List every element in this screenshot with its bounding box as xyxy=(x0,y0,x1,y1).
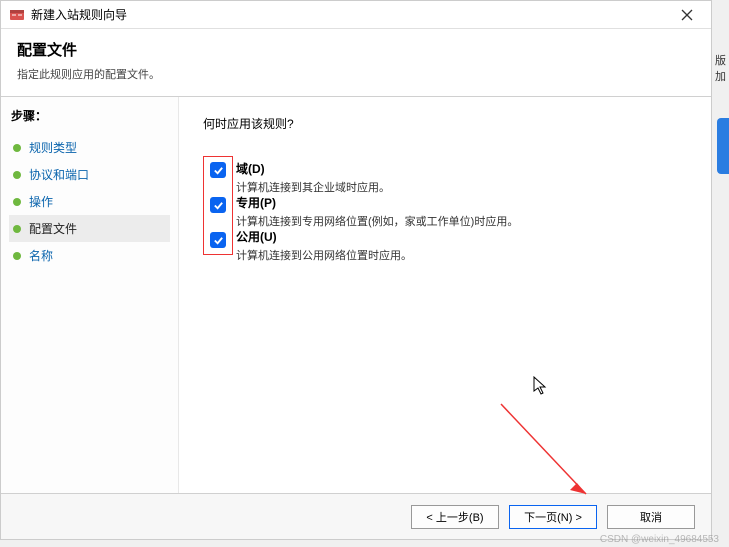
step-label: 名称 xyxy=(29,247,53,264)
content-question: 何时应用该规则? xyxy=(203,115,687,132)
option-public-label: 公用(U) xyxy=(236,228,412,245)
checkbox-public[interactable] xyxy=(210,232,226,248)
highlight-box: 域(D) 计算机连接到其企业域时应用。 专用(P) 计算机连接到专用网络位置(例… xyxy=(203,156,233,255)
wizard-content: 何时应用该规则? 域(D) 计算机连接到其企业域时应用。 xyxy=(179,97,711,501)
bullet-icon xyxy=(13,225,21,233)
option-domain-row: 域(D) 计算机连接到其企业域时应用。 xyxy=(210,161,226,178)
page-title: 配置文件 xyxy=(17,39,695,60)
steps-heading: 步骤： xyxy=(9,107,170,124)
close-button[interactable] xyxy=(671,3,703,27)
option-domain-desc: 计算机连接到其企业域时应用。 xyxy=(236,179,390,195)
close-icon xyxy=(681,9,693,21)
option-public-desc: 计算机连接到公用网络位置时应用。 xyxy=(236,247,412,263)
step-name[interactable]: 名称 xyxy=(9,242,170,269)
wizard-window: 新建入站规则向导 配置文件 指定此规则应用的配置文件。 步骤： 规则类型 协议和… xyxy=(0,0,712,540)
wizard-body: 步骤： 规则类型 协议和端口 操作 配置文件 名称 何时 xyxy=(1,97,711,501)
step-label: 配置文件 xyxy=(29,220,77,237)
steps-sidebar: 步骤： 规则类型 协议和端口 操作 配置文件 名称 xyxy=(1,97,179,501)
next-button[interactable]: 下一页(N) > xyxy=(509,505,597,529)
profile-options: 域(D) 计算机连接到其企业域时应用。 专用(P) 计算机连接到专用网络位置(例… xyxy=(203,156,687,255)
check-icon xyxy=(213,235,224,246)
bullet-icon xyxy=(13,252,21,260)
step-label: 规则类型 xyxy=(29,139,77,156)
back-button[interactable]: < 上一步(B) xyxy=(411,505,499,529)
bullet-icon xyxy=(13,144,21,152)
cancel-button[interactable]: 取消 xyxy=(607,505,695,529)
step-action[interactable]: 操作 xyxy=(9,188,170,215)
step-protocol-ports[interactable]: 协议和端口 xyxy=(9,161,170,188)
checkbox-private[interactable] xyxy=(210,197,226,213)
wizard-header: 配置文件 指定此规则应用的配置文件。 xyxy=(1,29,711,97)
option-domain-label: 域(D) xyxy=(236,160,390,177)
option-private-label: 专用(P) xyxy=(236,194,518,211)
option-public-row: 公用(U) 计算机连接到公用网络位置时应用。 xyxy=(210,231,226,248)
bullet-icon xyxy=(13,198,21,206)
background-text-fragment: 版加 xyxy=(715,52,729,84)
step-rule-type[interactable]: 规则类型 xyxy=(9,134,170,161)
checkbox-domain[interactable] xyxy=(210,162,226,178)
check-icon xyxy=(213,200,224,211)
window-title: 新建入站规则向导 xyxy=(31,6,671,23)
page-subtitle: 指定此规则应用的配置文件。 xyxy=(17,66,695,82)
titlebar: 新建入站规则向导 xyxy=(1,1,711,29)
step-profile[interactable]: 配置文件 xyxy=(9,215,170,242)
button-bar: < 上一步(B) 下一页(N) > 取消 xyxy=(1,493,711,539)
bullet-icon xyxy=(13,171,21,179)
step-label: 协议和端口 xyxy=(29,166,89,183)
check-icon xyxy=(213,165,224,176)
background-blue-fragment xyxy=(717,118,729,174)
firewall-icon xyxy=(9,7,25,23)
option-private-desc: 计算机连接到专用网络位置(例如，家或工作单位)时应用。 xyxy=(236,213,518,229)
option-private-row: 专用(P) 计算机连接到专用网络位置(例如，家或工作单位)时应用。 xyxy=(210,196,226,213)
step-label: 操作 xyxy=(29,193,53,210)
